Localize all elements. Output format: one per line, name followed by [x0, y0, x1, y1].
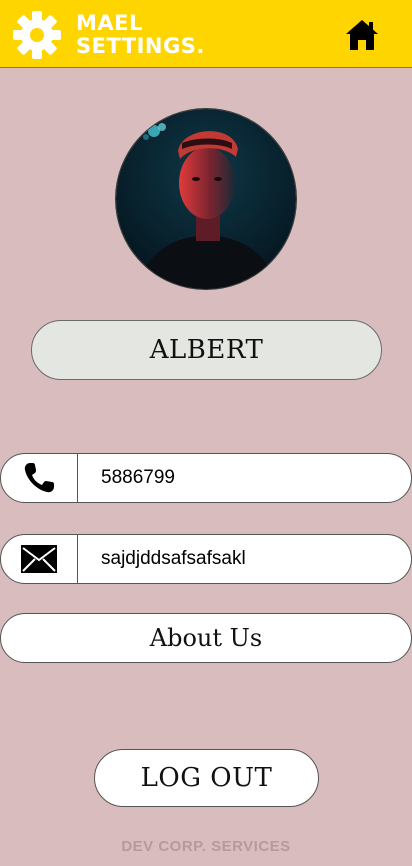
phone-value: 5886799 — [101, 467, 175, 488]
about-us-button[interactable]: About Us — [0, 613, 412, 663]
avatar-photo — [116, 109, 296, 289]
app-title-line-2: SETTINGS. — [76, 34, 205, 58]
phone-icon — [24, 463, 54, 493]
avatar[interactable] — [115, 108, 297, 290]
email-icon-cell — [1, 535, 78, 583]
app-title: MAEL SETTINGS. — [76, 12, 205, 58]
footer-text: DEV CORP. SERVICES — [121, 838, 291, 855]
app-title-line-1: MAEL — [76, 11, 143, 35]
logout-button[interactable]: LOG OUT — [94, 749, 319, 807]
envelope-icon — [21, 545, 57, 573]
home-icon[interactable] — [344, 18, 380, 52]
profile-name-button[interactable]: ALBERT — [31, 320, 382, 380]
gear-icon[interactable] — [12, 10, 62, 60]
phone-icon-cell — [1, 454, 78, 502]
phone-field[interactable]: 5886799 — [0, 453, 412, 503]
app-header: MAEL SETTINGS. — [0, 0, 412, 68]
email-field[interactable]: sajdjddsafsafsakl — [0, 534, 412, 584]
email-value: sajdjddsafsafsakl — [101, 548, 246, 569]
